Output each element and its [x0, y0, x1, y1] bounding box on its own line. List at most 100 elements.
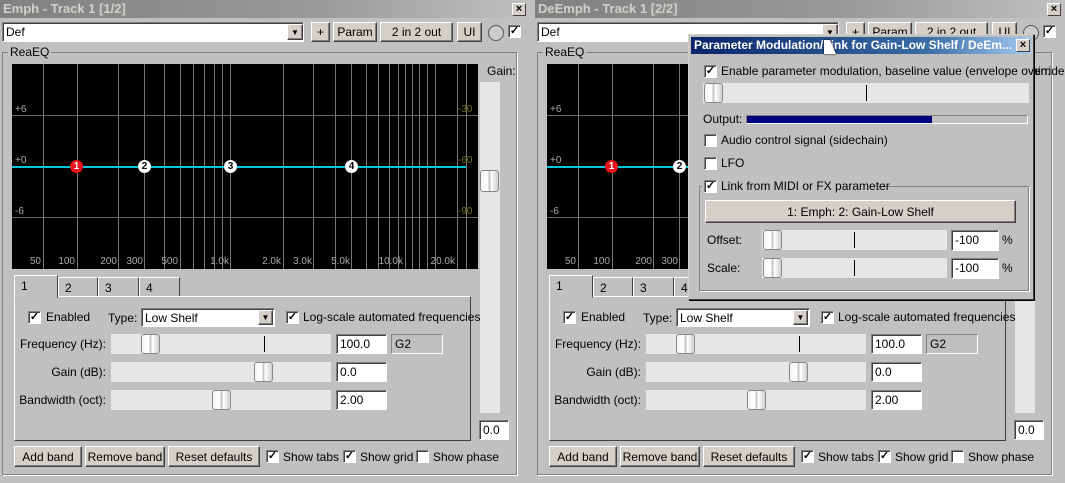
slider-center-tick: [866, 85, 867, 101]
reset-band-button[interactable]: Reset defaults: [703, 446, 795, 467]
remove-band-button[interactable]: Remove band: [85, 446, 165, 467]
output-meter: [746, 115, 1028, 124]
wet-knob[interactable]: [488, 25, 504, 41]
slider-center-tick: [799, 336, 800, 352]
right-db-label: -90: [458, 206, 473, 217]
logscale-checkbox[interactable]: ✓: [821, 311, 834, 324]
baseline-slider-thumb[interactable]: [704, 83, 723, 103]
close-button[interactable]: ×: [512, 3, 526, 16]
option-checkbox-1[interactable]: ✓: [343, 450, 356, 463]
freq-slider-thumb[interactable]: [676, 334, 695, 354]
freq-label: 20.0k: [430, 256, 455, 267]
db-label: -6: [550, 206, 559, 217]
enabled-checkbox[interactable]: ✓: [563, 311, 576, 324]
dialog-title: Parameter Modulation/Link for Gain-Low S…: [691, 37, 1031, 54]
logscale-checkbox[interactable]: ✓: [286, 311, 299, 324]
option-checkbox-1[interactable]: ✓: [878, 450, 891, 463]
gain-slider[interactable]: [646, 362, 866, 382]
freq-value-field[interactable]: 100.0: [871, 334, 922, 354]
offset-value-field[interactable]: -100: [951, 230, 999, 251]
lfo-checkbox[interactable]: [704, 157, 717, 170]
chevron-down-icon: ▼: [291, 27, 299, 37]
option-checkbox-0[interactable]: ✓: [266, 450, 279, 463]
add-band-button[interactable]: Add band: [14, 446, 82, 467]
param-button[interactable]: Param: [333, 22, 377, 42]
band-node-4[interactable]: 4: [345, 160, 358, 173]
gain-slider-thumb[interactable]: [789, 362, 808, 382]
offset-unit: %: [1002, 233, 1013, 247]
gain-value-field[interactable]: 0.0: [1014, 420, 1044, 440]
enable-modulation-checkbox[interactable]: ✓: [704, 65, 717, 78]
type-dropdown-button[interactable]: ▼: [793, 310, 808, 325]
tab-band-1[interactable]: 1: [549, 275, 593, 298]
band-node-3[interactable]: 3: [224, 160, 237, 173]
band-node-2[interactable]: 2: [673, 160, 686, 173]
freq-label: 300: [126, 256, 143, 267]
option-checkbox-2[interactable]: [951, 450, 964, 463]
dialog-close-button[interactable]: ×: [1016, 39, 1030, 52]
option-label: Show phase: [968, 450, 1035, 464]
preset-dropdown-button[interactable]: ▼: [287, 24, 303, 40]
chevron-down-icon: ▼: [261, 313, 270, 322]
gain-slider[interactable]: [111, 362, 331, 382]
right-db-label: -60: [458, 155, 473, 166]
gain-slider-thumb[interactable]: [254, 362, 273, 382]
io-button[interactable]: 2 in 2 out: [380, 22, 453, 42]
freq-gridline: [466, 64, 467, 269]
offset-slider-thumb[interactable]: [763, 230, 782, 250]
remove-band-button[interactable]: Remove band: [620, 446, 700, 467]
scale-slider-thumb[interactable]: [763, 258, 782, 278]
freq-label: 300: [661, 256, 678, 267]
option-label: Show grid: [360, 450, 414, 464]
add-band-button[interactable]: Add band: [549, 446, 617, 467]
tab-band-3[interactable]: 3: [633, 277, 674, 297]
bw-slider-thumb[interactable]: [747, 390, 766, 410]
logscale-label: Log-scale automated frequencies: [838, 310, 1016, 324]
type-dropdown-button[interactable]: ▼: [258, 310, 273, 325]
audio-control-checkbox[interactable]: [704, 134, 717, 147]
option-checkbox-2[interactable]: [416, 450, 429, 463]
window-title: Emph - Track 1 [1/2]: [0, 0, 530, 18]
tab-band-2[interactable]: 2: [593, 277, 633, 297]
link-checkbox[interactable]: ✓: [704, 180, 717, 193]
tab-band-3[interactable]: 3: [98, 277, 139, 297]
eq-graph[interactable]: +6 +0 -6 -30 -60 -90 50 100 200 300 500 1.0k 2.0k 3.0…: [12, 64, 478, 269]
close-button[interactable]: ×: [1047, 3, 1061, 16]
link-source-button[interactable]: 1: Emph: 2: Gain-Low Shelf: [705, 200, 1016, 223]
type-select[interactable]: Low Shelf: [141, 308, 275, 327]
gain-slider-thumb[interactable]: [480, 170, 499, 192]
bw-slider-thumb[interactable]: [212, 390, 231, 410]
band-node-2[interactable]: 2: [138, 160, 151, 173]
bw-value-field[interactable]: 2.00: [871, 390, 922, 410]
type-label: Type:: [108, 311, 138, 325]
tab-band-1[interactable]: 1: [14, 275, 58, 298]
bypass-checkbox[interactable]: ✓: [1043, 25, 1056, 38]
tab-band-2[interactable]: 2: [58, 277, 98, 297]
freq-value-field[interactable]: 100.0: [336, 334, 387, 354]
ui-button[interactable]: UI: [457, 22, 482, 42]
preset-select[interactable]: Def: [2, 22, 304, 42]
bypass-checkbox[interactable]: ✓: [508, 25, 521, 38]
tab-band-4[interactable]: 4: [139, 277, 180, 297]
enabled-label: Enabled: [581, 310, 626, 324]
type-value: Low Shelf: [145, 311, 198, 325]
gain-value-field[interactable]: 0.0: [336, 362, 387, 382]
bw-value-field[interactable]: 2.00: [336, 390, 387, 410]
freq-slider-thumb[interactable]: [141, 334, 160, 354]
gain-value-field[interactable]: 0.0: [871, 362, 922, 382]
db-label: +6: [15, 104, 27, 115]
enabled-checkbox[interactable]: ✓: [28, 311, 41, 324]
right-db-label: -30: [458, 104, 473, 115]
option-label: Show tabs: [818, 450, 875, 464]
add-preset-button[interactable]: +: [311, 22, 330, 42]
output-gain-slider[interactable]: [480, 82, 500, 413]
type-select[interactable]: Low Shelf: [676, 308, 810, 327]
gain-value-field[interactable]: 0.0: [479, 420, 509, 440]
option-checkbox-0[interactable]: ✓: [801, 450, 814, 463]
gain-label: Gain (dB):: [586, 365, 641, 379]
band-node-1[interactable]: 1: [70, 160, 83, 173]
scale-value-field[interactable]: -100: [951, 258, 999, 279]
band-node-1[interactable]: 1: [605, 160, 618, 173]
freq-label: Frequency (Hz):: [19, 337, 106, 351]
reset-band-button[interactable]: Reset defaults: [168, 446, 260, 467]
